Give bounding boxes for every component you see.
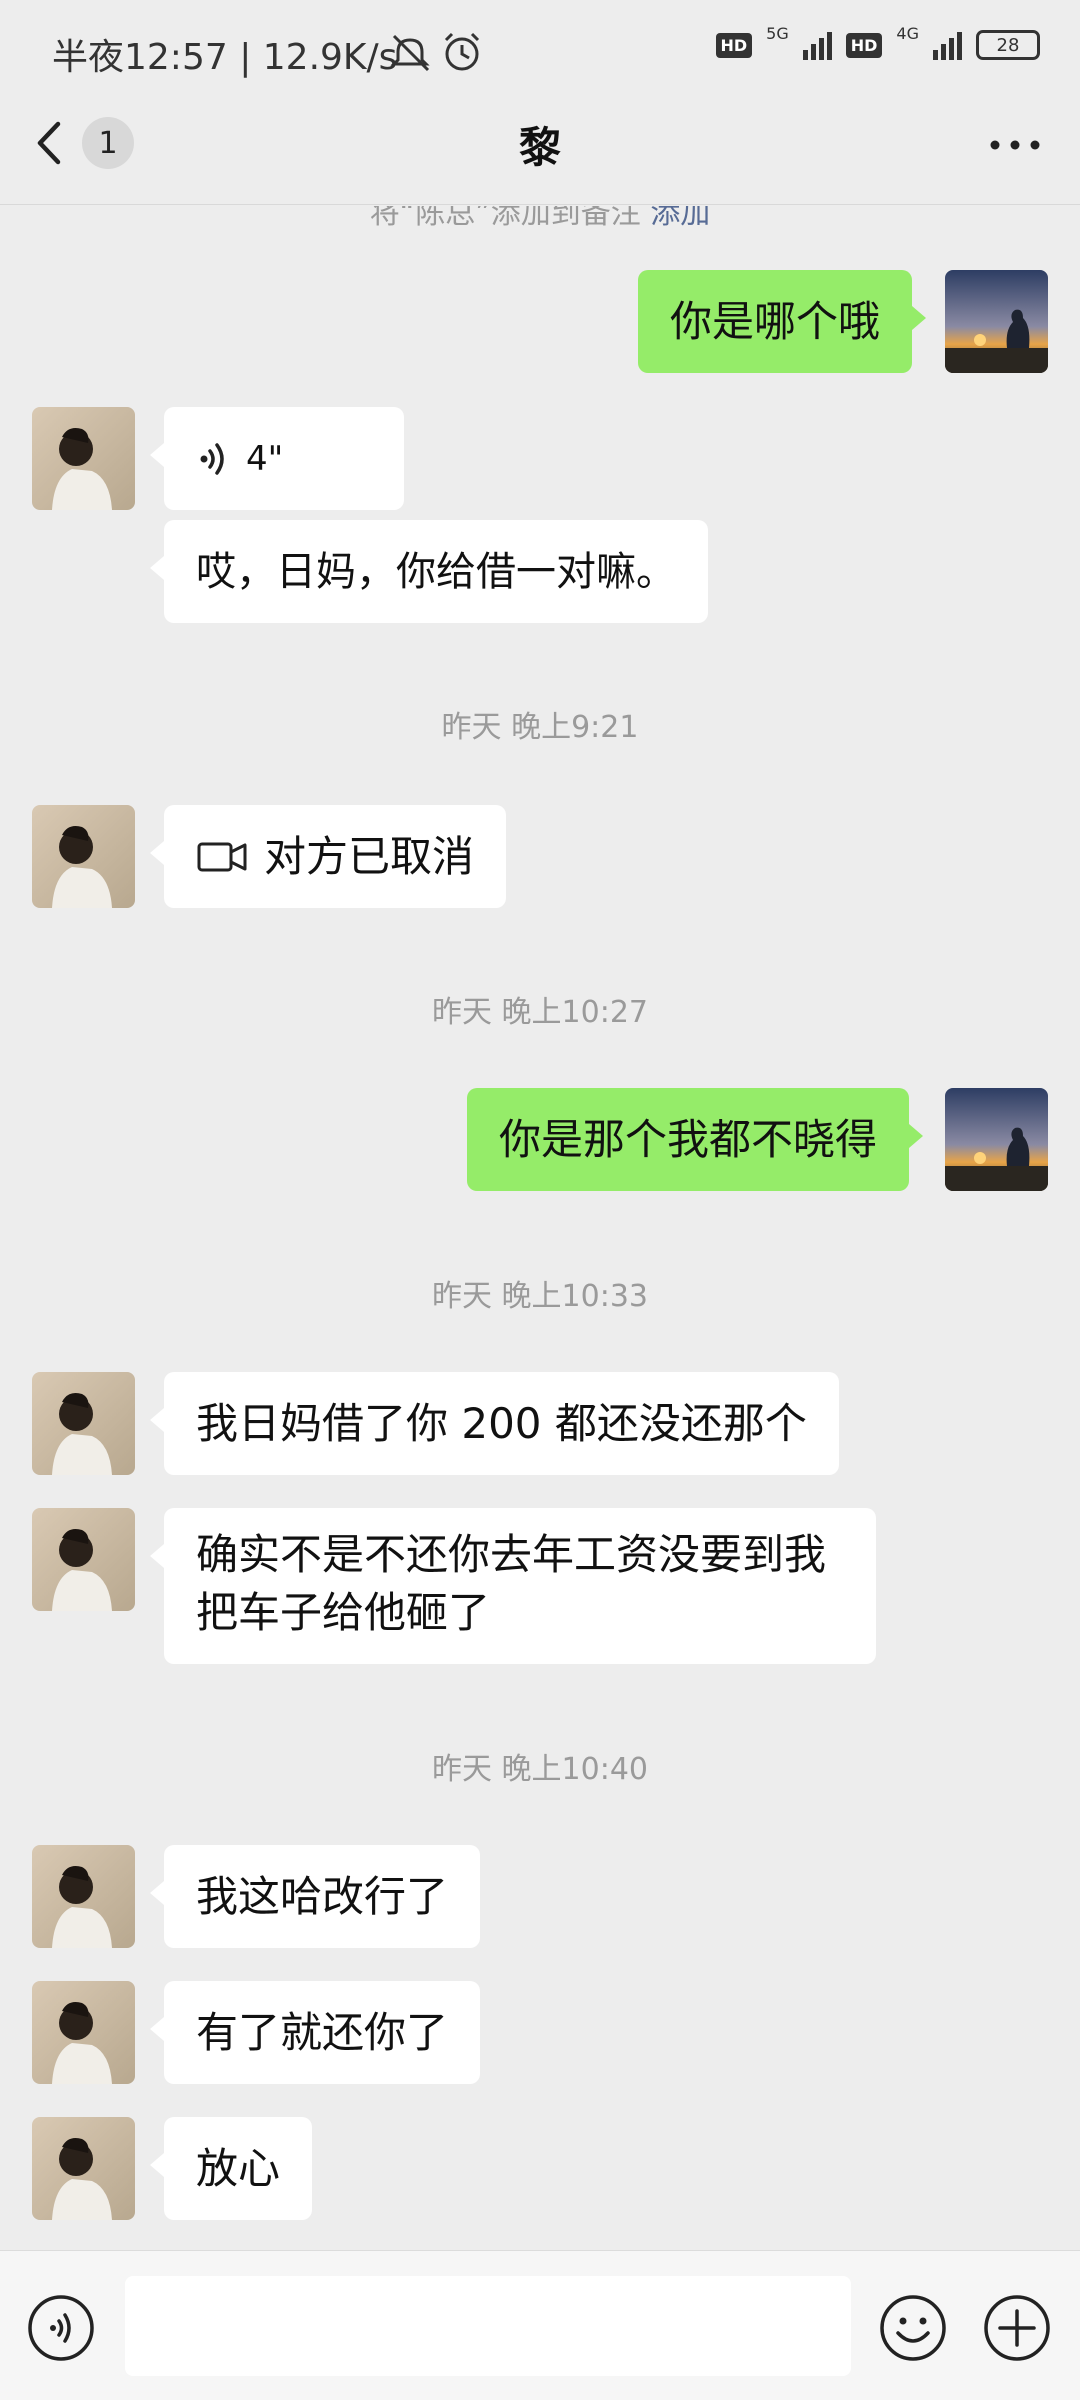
- message-bubble-received[interactable]: 放心: [149, 2117, 313, 2220]
- input-bar: [0, 2250, 1080, 2400]
- voice-message-bubble[interactable]: 4": [150, 407, 404, 510]
- contact-avatar[interactable]: [32, 407, 135, 510]
- timestamp: 昨天 晚上10:40: [432, 1752, 648, 1787]
- contact-avatar[interactable]: [32, 1981, 135, 2084]
- network-type: 4G: [896, 23, 919, 43]
- message-text: 放心: [196, 2143, 281, 2193]
- contact-avatar[interactable]: [32, 1508, 135, 1611]
- alarm-icon: [440, 30, 484, 78]
- signal-icon: [802, 30, 832, 60]
- more-icon: [990, 140, 1040, 150]
- emoji-button[interactable]: [878, 2293, 948, 2363]
- network-type: 5G: [766, 23, 789, 43]
- voice-input-button[interactable]: [26, 2293, 96, 2363]
- hd-badge: HD: [845, 32, 883, 58]
- contact-avatar[interactable]: [32, 2117, 135, 2220]
- page-title: 黎: [518, 123, 561, 172]
- my-avatar[interactable]: [945, 270, 1048, 373]
- message-bubble-received[interactable]: 我这哈改行了: [149, 1845, 481, 1948]
- my-avatar[interactable]: [945, 1088, 1048, 1191]
- add-remark-link[interactable]: 添加: [650, 206, 710, 231]
- hd-badge: HD: [715, 32, 753, 58]
- message-text: 有了就还你了: [196, 2007, 449, 2057]
- status-right: HD 5G HD 4G 28: [715, 24, 1040, 60]
- signal-icon: [933, 30, 962, 60]
- contact-avatar[interactable]: [32, 1372, 135, 1475]
- message-bubble-received[interactable]: 我日妈借了你 200 都还没还那个: [150, 1372, 839, 1475]
- message-input[interactable]: [125, 2276, 851, 2376]
- timestamp: 昨天 晚上9:21: [441, 710, 639, 745]
- emoji-icon: [880, 2295, 946, 2361]
- timestamp: 昨天 晚上10:33: [432, 1279, 648, 1314]
- message-text: 你是那个我都不晓得: [499, 1114, 878, 1164]
- voice-duration: 4": [246, 438, 284, 479]
- contact-avatar[interactable]: [32, 1845, 135, 1948]
- video-camera-icon: [197, 842, 247, 871]
- more-functions-button[interactable]: [982, 2293, 1052, 2363]
- message-bubble-sent[interactable]: 你是哪个哦: [638, 270, 927, 373]
- battery-icon: 28: [976, 30, 1040, 60]
- timestamp: 昨天 晚上10:27: [432, 995, 648, 1030]
- plus-icon: [984, 2295, 1050, 2361]
- message-text: 确实不是不还你去年工资没要到我把车子给他砸了: [196, 1530, 827, 1637]
- voice-icon: [28, 2295, 94, 2361]
- call-status: 对方已取消: [264, 831, 475, 881]
- more-button[interactable]: [980, 120, 1050, 170]
- voice-icon: [200, 442, 224, 475]
- message-bubble-received[interactable]: 有了就还你了: [149, 1981, 481, 2084]
- message-text: 我日妈借了你 200 都还没还那个: [196, 1398, 807, 1448]
- video-call-bubble[interactable]: 对方已取消: [149, 805, 507, 908]
- message-bubble-received[interactable]: 哎，日妈，你给借一对嘛。: [150, 520, 708, 623]
- message-text: 哎，日妈，你给借一对嘛。: [196, 548, 676, 595]
- status-time: 半夜12:57 | 12.9K/s: [52, 37, 398, 78]
- message-text: 你是哪个哦: [670, 296, 881, 346]
- message-bubble-received[interactable]: 确实不是不还你去年工资没要到我把车子给他砸了: [150, 1508, 876, 1664]
- remark-banner: 将“陈总”添加到备注 添加: [0, 206, 1080, 236]
- contact-avatar[interactable]: [32, 805, 135, 908]
- status-bar: 半夜12:57 | 12.9K/s HD 5G HD 4G 28: [0, 0, 1080, 100]
- message-text: 我这哈改行了: [196, 1871, 449, 1921]
- remark-text: 将“陈总”添加到备注: [369, 206, 651, 231]
- message-bubble-sent[interactable]: 你是那个我都不晓得: [467, 1088, 924, 1191]
